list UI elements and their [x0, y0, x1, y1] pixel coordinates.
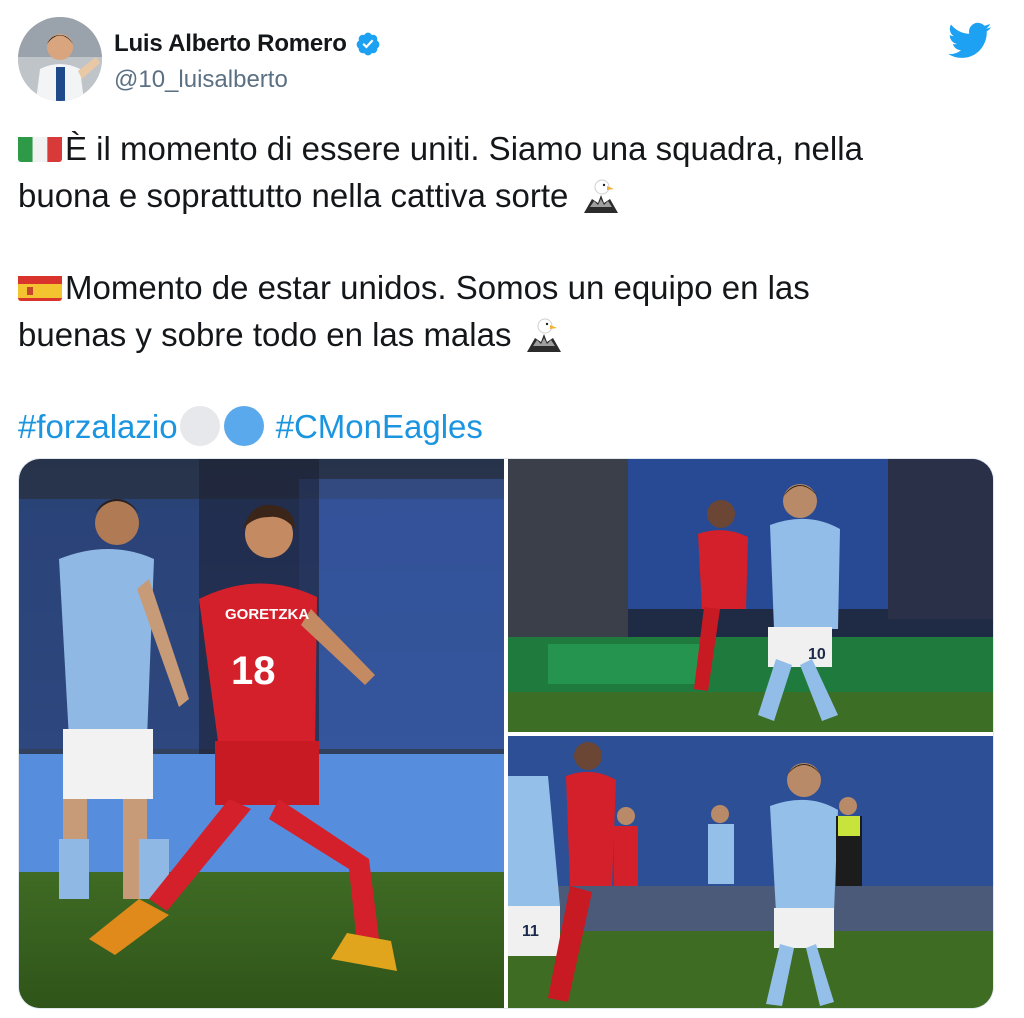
eagle-icon: [525, 316, 563, 354]
tweet-card: Luis Alberto Romero @10_luisalberto È il…: [0, 0, 1024, 1018]
photo-2[interactable]: 10: [508, 459, 993, 732]
user-info: Luis Alberto Romero @10_luisalberto: [114, 30, 381, 94]
display-name[interactable]: Luis Alberto Romero: [114, 30, 347, 58]
spanish-line-2: buenas y sobre todo en las malas: [18, 316, 512, 353]
paragraph-italian: È il momento di essere uniti. Siamo una …: [18, 125, 998, 219]
user-handle[interactable]: @10_luisalberto: [114, 66, 381, 94]
eagle-icon: [582, 177, 620, 215]
verified-badge-icon: [355, 31, 381, 57]
hashtag-cmoneagles[interactable]: #CMonEagles: [276, 408, 483, 445]
hashtag-line: #forzalazio #CMonEagles: [18, 403, 998, 450]
tweet-text: È il momento di essere uniti. Siamo una …: [18, 125, 998, 450]
italian-line-1: È il momento di essere uniti. Siamo una …: [65, 130, 863, 167]
hashtag-forzalazio[interactable]: #forzalazio: [18, 408, 178, 445]
photo-3[interactable]: 11: [508, 736, 993, 1008]
paragraph-spanish: Momento de estar unidos. Somos un equipo…: [18, 264, 998, 358]
avatar[interactable]: [18, 17, 102, 101]
jersey-number-18: 18: [231, 649, 276, 693]
spain-flag-icon: [18, 271, 62, 301]
jersey-name: GORETZKA: [225, 606, 309, 623]
white-circle-icon: [179, 406, 220, 446]
jersey-number-11: 11: [522, 923, 539, 940]
jersey-number-10: 10: [808, 646, 826, 663]
italy-flag-icon: [18, 132, 62, 162]
photo-1[interactable]: 18 GORETZKA: [19, 459, 504, 1008]
blue-circle-icon: [223, 406, 264, 446]
media-grid: 18 GORETZKA 10 11: [18, 458, 994, 1009]
twitter-bird-icon[interactable]: [948, 22, 992, 60]
italian-line-2: buona e soprattutto nella cattiva sorte: [18, 177, 569, 214]
spanish-line-1: Momento de estar unidos. Somos un equipo…: [65, 269, 810, 306]
